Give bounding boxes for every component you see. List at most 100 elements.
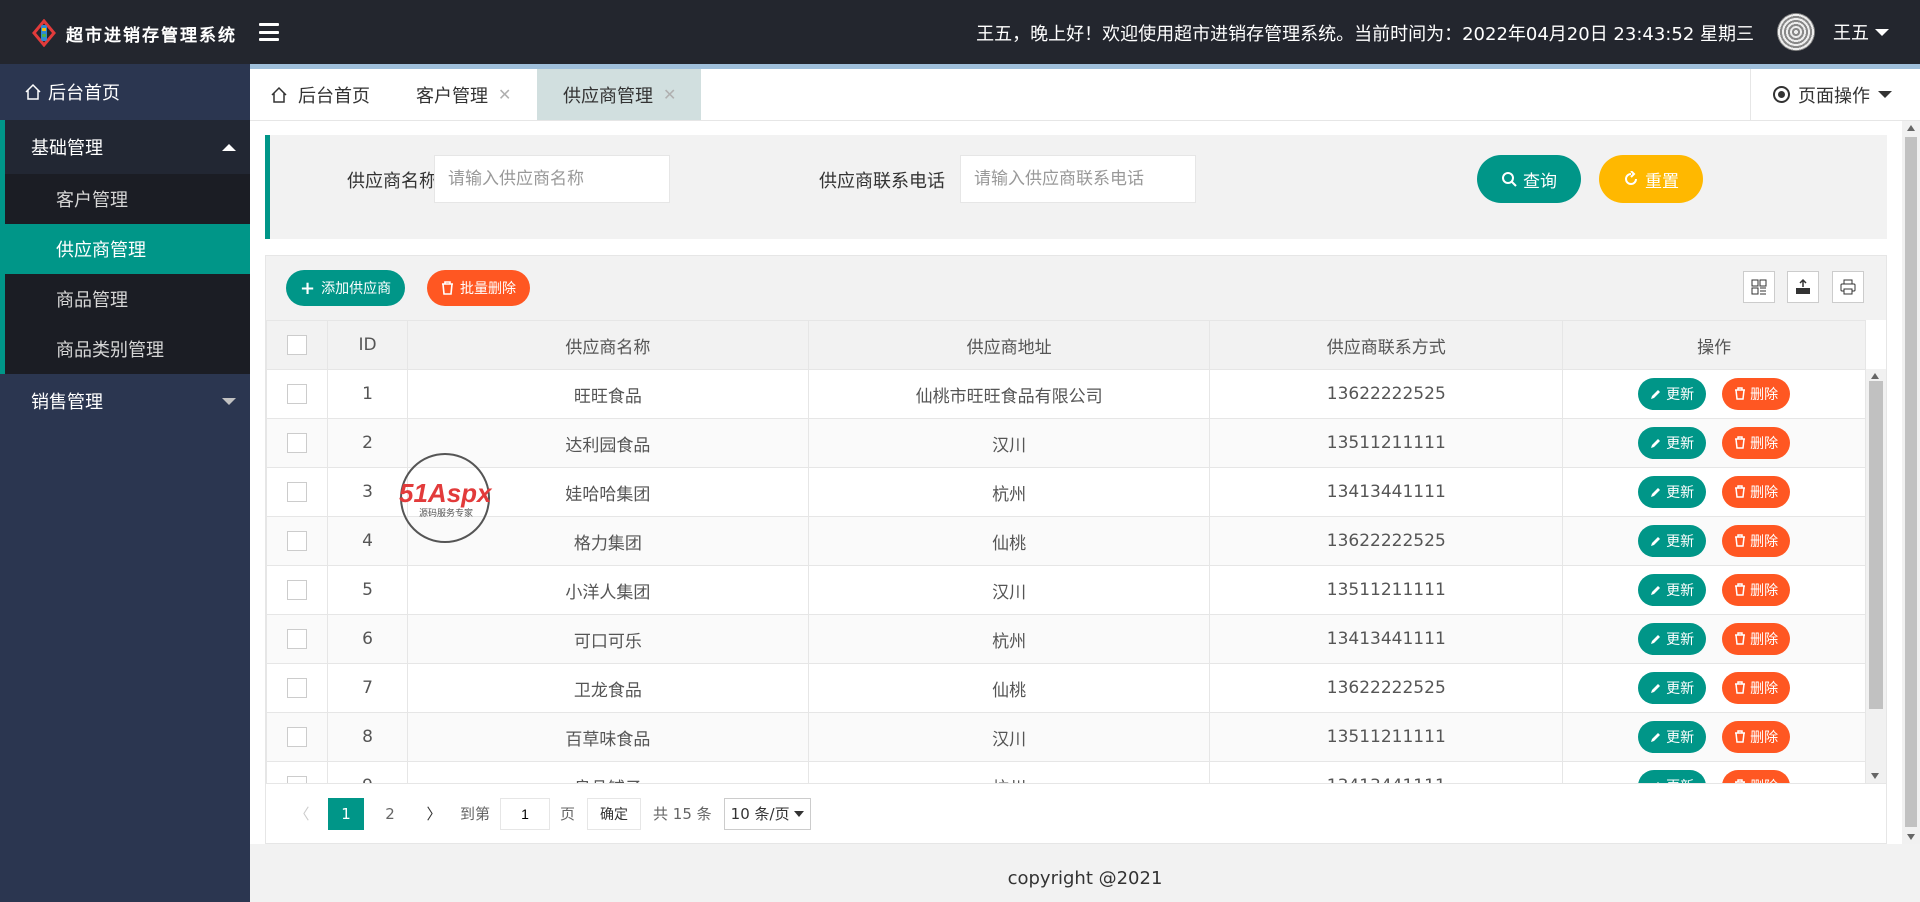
print-icon[interactable]: [1832, 271, 1864, 303]
update-button[interactable]: 更新: [1638, 378, 1707, 411]
sidebar-item-products[interactable]: 商品管理: [5, 274, 250, 324]
page-scrollbar[interactable]: [1902, 121, 1920, 844]
batch-delete-button[interactable]: 批量删除: [427, 270, 530, 306]
row-checkbox[interactable]: [287, 384, 308, 404]
delete-button[interactable]: 删除: [1722, 622, 1791, 655]
tab-suppliers[interactable]: 供应商管理 ✕: [537, 69, 701, 120]
table-row[interactable]: 1 旺旺食品 仙桃市旺旺食品有限公司 13622222525 更新 删除: [265, 369, 1866, 419]
next-page-icon[interactable]: 〉: [416, 798, 452, 830]
supplier-name-input[interactable]: [434, 155, 670, 203]
table-row[interactable]: 3 娃哈哈集团 杭州 13413441111 更新 删除: [265, 467, 1866, 517]
delete-button[interactable]: 删除: [1722, 720, 1791, 753]
update-button[interactable]: 更新: [1638, 672, 1707, 705]
update-button[interactable]: 更新: [1638, 525, 1707, 558]
table-row[interactable]: 4 格力集团 仙桃 13622222525 更新 删除: [265, 516, 1866, 566]
row-select-cell: [265, 516, 329, 566]
scrollbar-thumb[interactable]: [1905, 137, 1917, 827]
delete-button[interactable]: 删除: [1722, 524, 1791, 557]
table-row[interactable]: 5 小洋人集团 汉川 13511211111 更新 删除: [265, 565, 1866, 615]
cell-address: 仙桃市旺旺食品有限公司: [808, 369, 1211, 419]
cell-name: 可口可乐: [406, 614, 810, 664]
column-header[interactable]: ID: [327, 320, 408, 370]
update-button[interactable]: 更新: [1638, 476, 1707, 509]
scroll-down-icon[interactable]: [1907, 834, 1915, 840]
update-button[interactable]: 更新: [1638, 721, 1707, 754]
cell-address: 汉川: [808, 712, 1211, 762]
avatar[interactable]: [1777, 13, 1815, 51]
goto-label: 到第: [460, 805, 491, 823]
supplier-phone-input[interactable]: [960, 155, 1196, 203]
user-menu[interactable]: 王五: [1833, 19, 1889, 45]
row-checkbox[interactable]: [287, 629, 308, 649]
cell-phone: 13511211111: [1209, 712, 1564, 762]
query-button[interactable]: 查询: [1477, 155, 1581, 203]
table-scrollbar[interactable]: [1866, 369, 1886, 783]
scrollbar-thumb[interactable]: [1869, 381, 1883, 709]
delete-button[interactable]: 删除: [1722, 671, 1791, 704]
add-supplier-button[interactable]: + 添加供应商: [286, 270, 406, 306]
row-checkbox[interactable]: [287, 531, 308, 551]
page-ops-menu[interactable]: 页面操作: [1750, 69, 1920, 120]
table-row[interactable]: 8 百草味食品 汉川 13511211111 更新 删除: [265, 712, 1866, 762]
export-icon[interactable]: [1787, 271, 1819, 303]
sidebar-item-customers[interactable]: 客户管理: [5, 174, 250, 224]
delete-button[interactable]: 删除: [1722, 573, 1791, 606]
table-row[interactable]: 6 可口可乐 杭州 13413441111 更新 删除: [265, 614, 1866, 664]
sidebar-group-basic[interactable]: 基础管理: [0, 120, 250, 174]
tab-label: 后台首页: [298, 85, 370, 107]
row-checkbox[interactable]: [287, 433, 308, 453]
delete-button[interactable]: 删除: [1722, 426, 1791, 459]
delete-label: 删除: [1750, 386, 1779, 403]
column-header[interactable]: 供应商名称: [406, 320, 810, 370]
cell-address: 汉川: [808, 565, 1211, 615]
scroll-up-icon[interactable]: [1907, 125, 1915, 131]
trash-icon: [1735, 534, 1746, 547]
sidebar-item-categories[interactable]: 商品类别管理: [5, 324, 250, 374]
menu-toggle-icon[interactable]: [257, 20, 281, 44]
column-header[interactable]: 供应商联系方式: [1209, 320, 1564, 370]
delete-button[interactable]: 删除: [1722, 475, 1791, 508]
close-icon[interactable]: ✕: [498, 85, 511, 104]
scroll-down-icon[interactable]: [1871, 773, 1879, 779]
row-checkbox[interactable]: [287, 580, 308, 600]
trash-icon: [1735, 632, 1746, 645]
tab-home[interactable]: 后台首页: [270, 69, 390, 120]
close-icon[interactable]: ✕: [663, 85, 676, 104]
cell-phone: 13622222525: [1209, 369, 1564, 419]
page-1[interactable]: 1: [328, 797, 364, 830]
table-row[interactable]: 7 卫龙食品 仙桃 13622222525 更新 删除: [265, 663, 1866, 713]
delete-label: 删除: [1750, 484, 1779, 501]
reset-button[interactable]: 重置: [1599, 155, 1703, 203]
update-button[interactable]: 更新: [1638, 574, 1707, 607]
page-2[interactable]: 2: [372, 798, 408, 830]
row-select-cell: [265, 712, 329, 762]
row-checkbox[interactable]: [287, 727, 308, 747]
page-size-select[interactable]: 10 条/页: [723, 797, 811, 830]
cell-phone: 13511211111: [1209, 418, 1564, 468]
goto-page-input[interactable]: [500, 797, 551, 830]
sidebar-item-home[interactable]: 后台首页: [0, 64, 250, 120]
update-button[interactable]: 更新: [1638, 427, 1707, 460]
update-button[interactable]: 更新: [1638, 623, 1707, 656]
cell-actions: 更新 删除: [1562, 712, 1866, 762]
sidebar-group-sales[interactable]: 销售管理: [0, 374, 250, 428]
cell-name: 小洋人集团: [406, 565, 810, 615]
home-icon: [25, 83, 41, 100]
welcome-text: 王五，晚上好！欢迎使用超市进销存管理系统。当前时间为：2022年04月20日 2…: [976, 24, 1754, 45]
table-row[interactable]: 2 达利园食品 汉川 13511211111 更新 删除: [265, 418, 1866, 468]
scroll-up-icon[interactable]: [1871, 373, 1879, 379]
delete-button[interactable]: 删除: [1722, 377, 1791, 410]
sidebar-item-suppliers[interactable]: 供应商管理: [0, 224, 250, 274]
search-panel: 供应商名称 供应商联系电话 查询 重置: [265, 135, 1887, 239]
columns-icon[interactable]: [1743, 271, 1775, 303]
tab-customers[interactable]: 客户管理 ✕: [416, 69, 536, 120]
table-toolbar: + 添加供应商 批量删除: [266, 256, 1886, 320]
app-logo[interactable]: 超市进销存管理系统: [30, 18, 237, 48]
select-all-checkbox[interactable]: [287, 335, 308, 355]
row-checkbox[interactable]: [287, 482, 308, 502]
row-checkbox[interactable]: [287, 678, 308, 698]
reset-label: 重置: [1645, 171, 1679, 192]
goto-confirm-button[interactable]: 确定: [587, 797, 642, 830]
column-header[interactable]: 供应商地址: [808, 320, 1211, 370]
prev-page-icon[interactable]: 〈: [284, 798, 320, 830]
